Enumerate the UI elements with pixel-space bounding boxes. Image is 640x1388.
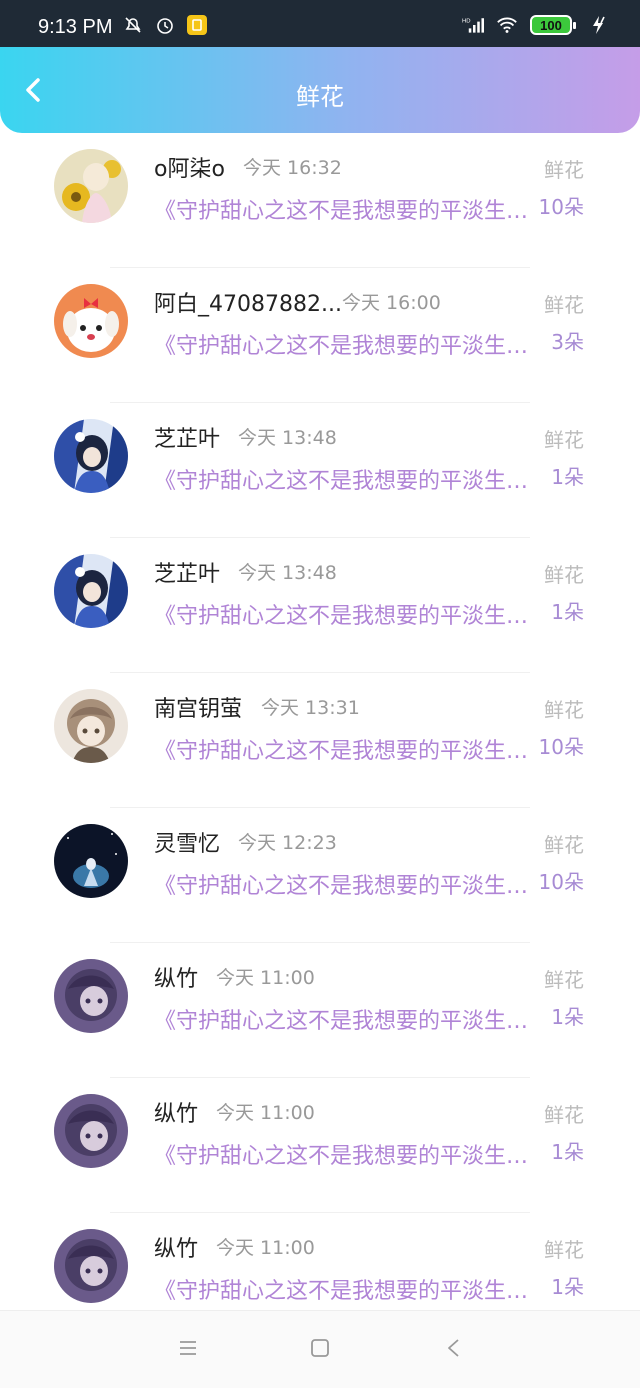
gift-type: 鲜花: [544, 698, 584, 722]
gift-time: 今天 13:48: [238, 427, 337, 449]
avatar[interactable]: [54, 959, 128, 1033]
svg-text:HD: HD: [462, 18, 471, 24]
avatar[interactable]: [54, 554, 128, 628]
gift-type: 鲜花: [544, 293, 584, 317]
avatar[interactable]: [54, 284, 128, 358]
book-title[interactable]: 《守护甜心之这不是我想要的平淡生活》: [154, 1138, 530, 1170]
gift-count: 10朵: [538, 195, 584, 219]
flower-gift-list[interactable]: o阿柒o 今天 16:32 《守护甜心之这不是我想要的平淡生活》 鲜花 10朵 …: [0, 133, 640, 1310]
user-name[interactable]: 纵竹: [154, 1096, 198, 1128]
gift-time: 今天 16:32: [243, 157, 342, 179]
gift-type: 鲜花: [544, 158, 584, 182]
home-square-icon[interactable]: [309, 1337, 331, 1359]
gift-count: 10朵: [538, 870, 584, 894]
gift-type: 鲜花: [544, 833, 584, 857]
gift-count: 1朵: [551, 1140, 584, 1164]
user-name[interactable]: 阿白_47087882...: [154, 286, 342, 318]
avatar[interactable]: [54, 689, 128, 763]
app-badge-icon: [186, 14, 208, 36]
gift-type: 鲜花: [544, 1103, 584, 1127]
status-time: 9:13 PM: [38, 16, 113, 38]
gift-time: 今天 16:00: [342, 292, 441, 314]
gift-count: 1朵: [551, 600, 584, 624]
page-title: 鲜花: [296, 83, 344, 111]
user-name[interactable]: 灵雪忆: [154, 826, 220, 858]
hd-signal-icon: HD: [462, 14, 484, 36]
gift-type: 鲜花: [544, 428, 584, 452]
gift-time: 今天 12:23: [238, 832, 337, 854]
list-item[interactable]: 阿白_47087882... 今天 16:00 《守护甜心之这不是我想要的平淡生…: [0, 268, 640, 403]
book-title[interactable]: 《守护甜心之这不是我想要的平淡生活》: [154, 868, 530, 900]
list-item[interactable]: 芝芷叶 今天 13:48 《守护甜心之这不是我想要的平淡生活》 鲜花 1朵: [0, 538, 640, 673]
gift-count: 1朵: [551, 1005, 584, 1029]
list-item[interactable]: o阿柒o 今天 16:32 《守护甜心之这不是我想要的平淡生活》 鲜花 10朵: [0, 133, 640, 268]
list-item[interactable]: 纵竹 今天 11:00 《守护甜心之这不是我想要的平淡生活》 鲜花 1朵: [0, 1078, 640, 1213]
battery-icon: 100: [530, 15, 576, 35]
avatar[interactable]: [54, 1094, 128, 1168]
gift-time: 今天 13:48: [238, 562, 337, 584]
user-name[interactable]: 芝芷叶: [154, 556, 220, 588]
menu-icon[interactable]: [177, 1337, 199, 1359]
back-triangle-icon[interactable]: [443, 1337, 465, 1359]
gift-time: 今天 11:00: [216, 1237, 315, 1259]
avatar[interactable]: [54, 824, 128, 898]
app-header: 鲜花: [0, 47, 640, 133]
user-name[interactable]: o阿柒o: [154, 151, 225, 183]
user-name[interactable]: 南宫钥萤: [154, 691, 242, 723]
alarm-icon: [154, 14, 176, 36]
gift-count: 10朵: [538, 735, 584, 759]
battery-level: 100: [530, 15, 572, 35]
book-title[interactable]: 《守护甜心之这不是我想要的平淡生活》: [154, 733, 530, 765]
avatar[interactable]: [54, 149, 128, 223]
wifi-icon: [496, 14, 518, 36]
status-bar: 9:13 PM HD 100: [0, 0, 640, 47]
gift-time: 今天 13:31: [261, 697, 360, 719]
gift-count: 1朵: [551, 465, 584, 489]
user-name[interactable]: 纵竹: [154, 961, 198, 993]
user-name[interactable]: 纵竹: [154, 1231, 198, 1263]
book-title[interactable]: 《守护甜心之这不是我想要的平淡生活》: [154, 193, 530, 225]
list-item[interactable]: 纵竹 今天 11:00 《守护甜心之这不是我想要的平淡生活》 鲜花 1朵: [0, 1213, 640, 1310]
avatar[interactable]: [54, 419, 128, 493]
list-item[interactable]: 芝芷叶 今天 13:48 《守护甜心之这不是我想要的平淡生活》 鲜花 1朵: [0, 403, 640, 538]
gift-time: 今天 11:00: [216, 1102, 315, 1124]
gift-count: 1朵: [551, 1275, 584, 1299]
gift-time: 今天 11:00: [216, 967, 315, 989]
user-name[interactable]: 芝芷叶: [154, 421, 220, 453]
book-title[interactable]: 《守护甜心之这不是我想要的平淡生活》: [154, 1003, 530, 1035]
gift-type: 鲜花: [544, 1238, 584, 1262]
gift-count: 3朵: [551, 330, 584, 354]
book-title[interactable]: 《守护甜心之这不是我想要的平淡生活》: [154, 328, 530, 360]
gift-type: 鲜花: [544, 968, 584, 992]
book-title[interactable]: 《守护甜心之这不是我想要的平淡生活》: [154, 463, 530, 495]
system-nav-bar: [0, 1310, 640, 1388]
list-item[interactable]: 纵竹 今天 11:00 《守护甜心之这不是我想要的平淡生活》 鲜花 1朵: [0, 943, 640, 1078]
charging-icon: [588, 14, 610, 36]
list-item[interactable]: 灵雪忆 今天 12:23 《守护甜心之这不是我想要的平淡生活》 鲜花 10朵: [0, 808, 640, 943]
avatar[interactable]: [54, 1229, 128, 1303]
book-title[interactable]: 《守护甜心之这不是我想要的平淡生活》: [154, 1273, 530, 1305]
book-title[interactable]: 《守护甜心之这不是我想要的平淡生活》: [154, 598, 530, 630]
bell-off-icon: [122, 14, 144, 36]
list-item[interactable]: 南宫钥萤 今天 13:31 《守护甜心之这不是我想要的平淡生活》 鲜花 10朵: [0, 673, 640, 808]
gift-type: 鲜花: [544, 563, 584, 587]
